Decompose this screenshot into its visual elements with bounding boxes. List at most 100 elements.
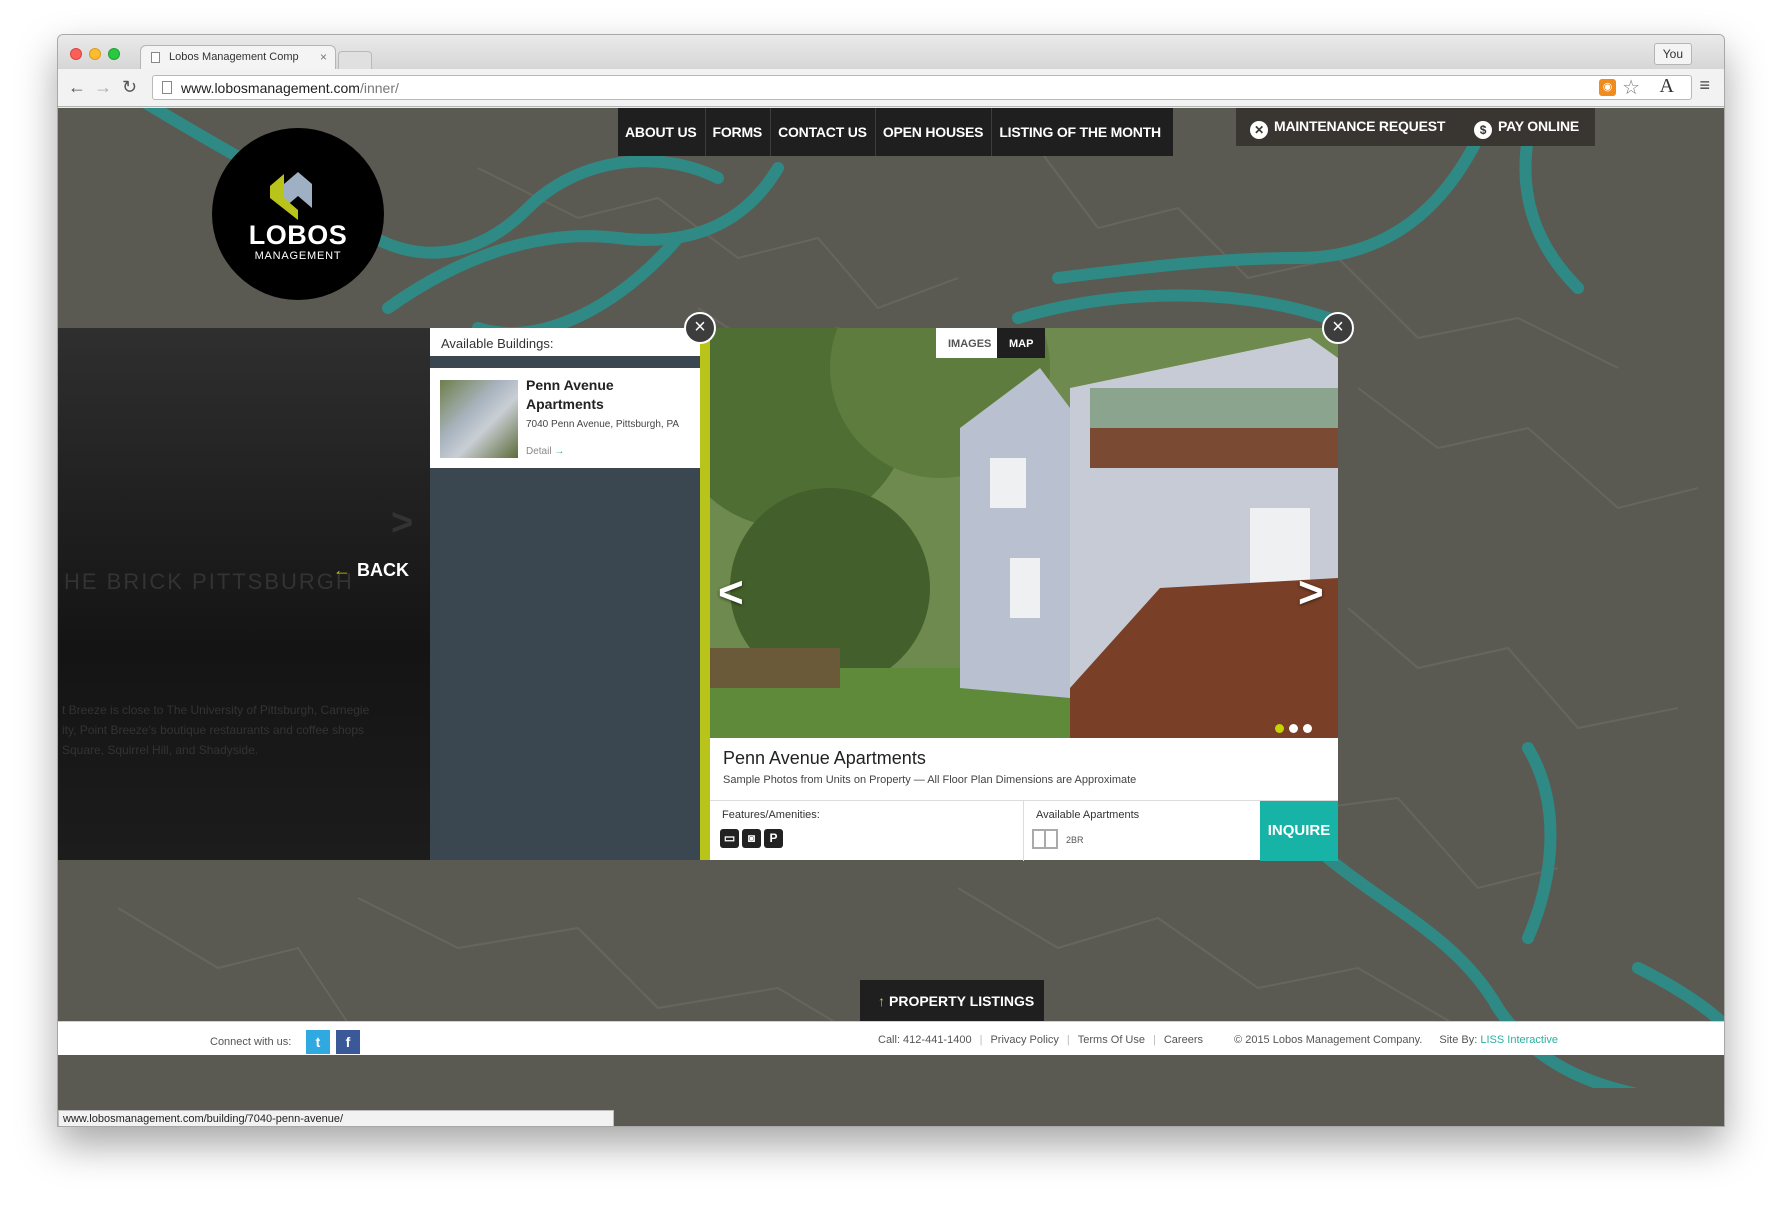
footer-careers-link[interactable]: Careers [1164,1034,1203,1046]
close-gallery-icon[interactable]: × [1322,312,1354,344]
back-arrow-icon[interactable]: ← [68,77,86,98]
buildings-header: Available Buildings: [430,328,700,362]
detail-label: Detail [526,446,552,457]
dollar-icon: $ [1474,121,1492,139]
next-chevron-icon[interactable]: > [391,502,413,545]
laundry-icon: ◙ [742,829,761,848]
rss-icon[interactable]: ◉ [1599,79,1616,96]
inquire-button[interactable]: INQUIRE [1260,801,1338,861]
pay-label: PAY ONLINE [1498,118,1579,134]
pay-online-button[interactable]: $ PAY ONLINE [1460,108,1595,146]
building-name: Penn Avenue Apartments [526,377,614,412]
building-photo: IMAGES MAP < > [710,328,1338,738]
page-viewport: ABOUT US FORMS CONTACT US OPEN HOUSES LI… [58,108,1724,1126]
minimize-window-button[interactable] [89,48,101,60]
new-tab-button[interactable] [338,51,372,69]
maintenance-label: MAINTENANCE REQUEST [1274,118,1446,134]
back-label: BACK [357,560,409,580]
reload-icon[interactable]: ↻ [122,77,137,98]
bus-icon: ▭ [720,829,739,848]
connect-label: Connect with us: [210,1036,292,1048]
logo-subtitle: MANAGEMENT [254,250,342,262]
footer-separator: | [1153,1034,1156,1046]
ghost-text: Square, Squirrel Hill, and Shadyside. [62,743,259,757]
property-listings-button[interactable]: ↑ PROPERTY LISTINGS [860,980,1044,1022]
floor-plan-icon[interactable] [1032,829,1058,849]
nav-about-us[interactable]: ABOUT US [618,108,706,156]
footer-separator: | [979,1034,983,1046]
facebook-icon[interactable]: f [336,1030,360,1054]
footer-site-by: Site By: [1439,1034,1478,1046]
status-bar: www.lobosmanagement.com/building/7040-pe… [58,1110,614,1126]
unit-type: 2BR [1066,835,1084,845]
footer-links: Call: 412-441-1400 | Privacy Policy | Terms … [878,1034,1558,1046]
footer-terms-link[interactable]: Terms Of Use [1078,1034,1145,1046]
close-buildings-icon[interactable]: × [684,312,716,344]
previous-photo-icon[interactable]: < [718,568,744,618]
next-photo-icon[interactable]: > [1298,568,1324,618]
arrow-up-icon: ↑ [878,993,885,1009]
browser-window: Lobos Management Comp × You ← → ↻ www.lo… [57,34,1725,1127]
page-icon [151,52,160,63]
ghost-heading: HE BRICK PITTSBURGH [64,569,354,594]
building-detail-link[interactable]: Detail → [526,446,564,457]
ghost-text: ity, Point Breeze's boutique restaurants… [62,723,365,737]
toolbar: ← → ↻ www.lobosmanagement.com/inner/ ◉ ☆… [58,69,1724,107]
address-bar[interactable]: www.lobosmanagement.com/inner/ [152,75,1692,100]
tab-title: Lobos Management Comp [169,51,299,63]
main-nav: ABOUT US FORMS CONTACT US OPEN HOUSES LI… [618,108,1173,156]
footer-liss-link[interactable]: LISS Interactive [1480,1034,1558,1046]
footer-separator: | [1066,1034,1070,1046]
url-host: www.lobosmanagement.com [181,80,360,96]
tab-close-icon[interactable]: × [320,50,327,64]
parking-icon: P [764,829,783,848]
property-detail-panel: > ← BACK HE BRICK PITTSBURGH t Breeze is … [58,328,430,860]
house-photo-image [710,328,1338,738]
maintenance-request-button[interactable]: ✕ MAINTENANCE REQUEST [1236,108,1462,146]
lobos-logo[interactable]: LOBOS MANAGEMENT [212,128,384,300]
building-gallery: IMAGES MAP < > Penn Avenue Apartments Sa… [710,328,1338,861]
tab-images[interactable]: IMAGES [936,328,1004,358]
gallery-subtitle: Sample Photos from Units on Property — A… [723,774,1137,786]
arrow-right-icon: → [554,446,565,457]
nav-listing-of-the-month[interactable]: LISTING OF THE MONTH [992,108,1173,156]
forward-arrow-icon[interactable]: → [94,77,112,98]
page-icon [162,81,172,94]
building-thumbnail [440,380,518,458]
property-listings-label: PROPERTY LISTINGS [889,993,1035,1009]
nav-contact-us[interactable]: CONTACT US [771,108,876,156]
site-footer: Connect with us: t f Call: 412-441-1400 |… [58,1021,1724,1055]
info-bar: Features/Amenities: ▭ ◙ P Available Apar… [710,800,1338,861]
tab-map[interactable]: MAP [997,328,1046,358]
building-address: 7040 Penn Avenue, Pittsburgh, PA [526,419,680,430]
zoom-window-button[interactable] [108,48,120,60]
logo-wordmark: LOBOS [248,220,348,250]
available-label: Available Apartments [1036,809,1140,821]
profile-button[interactable]: You [1653,43,1692,65]
features-section: Features/Amenities: ▭ ◙ P [710,801,1024,861]
photo-pagination [1270,720,1312,738]
pagination-dot[interactable] [1303,724,1312,733]
tab-bar: Lobos Management Comp × You [58,35,1724,69]
footer-phone[interactable]: Call: 412-441-1400 [878,1034,972,1046]
wrench-icon: ✕ [1250,121,1268,139]
browser-tab[interactable]: Lobos Management Comp × [140,45,336,69]
footer-copyright: © 2015 Lobos Management Company. [1234,1034,1423,1046]
building-card[interactable]: Penn Avenue Apartments 7040 Penn Avenue,… [430,368,700,468]
footer-privacy-link[interactable]: Privacy Policy [990,1034,1058,1046]
url-path: /inner/ [359,80,399,96]
browser-menu-icon[interactable]: ≡ [1699,75,1710,96]
pagination-dot[interactable] [1289,724,1298,733]
bookmark-star-icon[interactable]: ☆ [1622,75,1640,100]
nav-forms[interactable]: FORMS [706,108,772,156]
available-buildings-panel: Available Buildings: Penn Avenue Apartme… [430,328,700,860]
gallery-title: Penn Avenue Apartments [723,748,926,768]
nav-open-houses[interactable]: OPEN HOUSES [876,108,993,156]
available-apartments-section: Available Apartments 2BR [1024,801,1260,861]
close-window-button[interactable] [70,48,82,60]
ghost-text: t Breeze is close to The University of P… [62,703,370,717]
font-settings-icon[interactable]: A [1660,75,1674,98]
logo-chevrons-icon [270,172,312,220]
twitter-icon[interactable]: t [306,1030,330,1054]
pagination-dot[interactable] [1275,724,1284,733]
